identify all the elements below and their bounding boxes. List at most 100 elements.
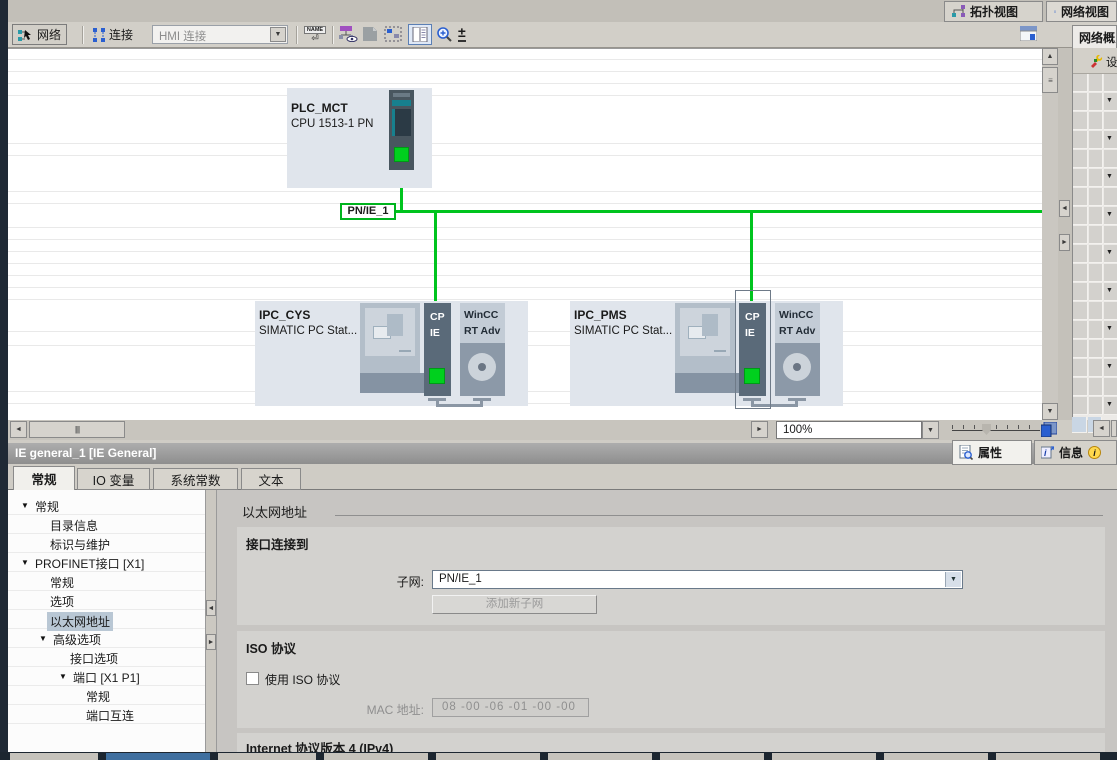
tree-item-general[interactable]: ▼常规 [8, 496, 205, 515]
slider-thumb[interactable] [982, 424, 991, 435]
taskbar-item[interactable] [548, 753, 652, 760]
subnet-trunk-line[interactable] [394, 210, 1042, 213]
tree-item-advanced-options[interactable]: ▼高级选项 [8, 629, 205, 648]
tree-collapse-right-button[interactable]: ► [206, 634, 216, 650]
scroll-up-button[interactable]: ▲ [1042, 48, 1058, 65]
expand-arrow-icon[interactable]: ▼ [1106, 173, 1113, 180]
overview-hscroll-thumb[interactable] [1111, 420, 1117, 437]
ipc-pms-wincc-label[interactable]: WinCC RT Adv [775, 303, 820, 343]
tree-item-identification[interactable]: 标识与维护 [8, 534, 205, 553]
tab-network-view[interactable]: 网络视图 [1046, 1, 1117, 22]
overview-row[interactable] [1073, 188, 1117, 207]
tree-item-profinet-interface[interactable]: ▼PROFINET接口 [X1] [8, 553, 205, 572]
expand-arrow-icon[interactable]: ▼ [1106, 287, 1113, 294]
overview-row[interactable]: ▼ [1073, 93, 1117, 112]
expand-arrow-icon[interactable]: ▼ [1106, 363, 1113, 370]
taskbar-item[interactable] [660, 753, 764, 760]
tree-item-if-general[interactable]: 常规 [8, 572, 205, 591]
tab-network-overview[interactable]: 网络概览 [1072, 25, 1117, 48]
tree-item-catalog-info[interactable]: 目录信息 [8, 515, 205, 534]
zoom-slider[interactable] [952, 424, 1040, 436]
expand-arrow-icon[interactable]: ▼ [21, 501, 29, 510]
taskbar-item[interactable] [324, 753, 428, 760]
overview-row[interactable]: ▼ [1073, 359, 1117, 378]
overview-row[interactable] [1073, 378, 1117, 397]
tree-item-port-interconnection[interactable]: 端口互连 [8, 705, 205, 724]
overview-row[interactable]: ▼ [1073, 321, 1117, 340]
canvas-vscrollbar[interactable]: ▲ ≡ ▼ [1042, 48, 1058, 420]
scroll-left-button[interactable]: ◄ [10, 421, 27, 438]
overview-row[interactable] [1073, 112, 1117, 131]
taskbar-item[interactable] [772, 753, 876, 760]
ipc-cys-port[interactable] [429, 368, 445, 384]
expand-arrow-icon[interactable]: ▼ [1106, 249, 1113, 256]
expand-arrow-icon[interactable]: ▼ [1106, 135, 1113, 142]
tab-topology-view[interactable]: 拓扑视图 [944, 1, 1043, 22]
tree-item-port[interactable]: ▼端口 [X1 P1] [8, 667, 205, 686]
tree-item-interface-options[interactable]: 接口选项 [8, 648, 205, 667]
tab-io-tags[interactable]: IO 变量 [77, 468, 150, 490]
show-overview-pane-button[interactable] [408, 24, 432, 45]
tab-system-constants[interactable]: 系统常数 [153, 468, 238, 490]
overview-row[interactable]: ▼ [1073, 397, 1117, 416]
pane-settings-button[interactable] [1020, 26, 1037, 41]
network-mode-button[interactable]: 网络 [12, 24, 67, 45]
zoom-button[interactable] [436, 26, 453, 43]
overview-splitter[interactable]: ◄ ► [1058, 48, 1072, 420]
tab-info[interactable]: i 信息 i [1034, 440, 1117, 465]
connection-type-combobox[interactable]: HMI 连接 ▼ [152, 25, 288, 44]
mac-address-field[interactable]: 08 -00 -06 -01 -00 -00 [432, 698, 589, 717]
ipc-cys-wincc-label[interactable]: WinCC RT Adv [460, 303, 505, 343]
overview-row[interactable] [1073, 302, 1117, 321]
taskbar-item[interactable] [106, 753, 210, 760]
taskbar-item[interactable] [436, 753, 540, 760]
show-addresses-button[interactable] [338, 26, 358, 42]
add-subnet-button[interactable]: 添加新子网 [432, 595, 597, 614]
subnet-label[interactable]: PN/IE_1 [340, 203, 396, 220]
iso-protocol-checkbox[interactable] [246, 672, 259, 685]
taskbar-item[interactable] [10, 753, 98, 760]
plc-port[interactable] [394, 147, 409, 162]
fit-to-window-button[interactable] [1041, 422, 1057, 437]
page-break-button[interactable] [362, 27, 378, 41]
combo-arrow-icon[interactable]: ▼ [270, 27, 286, 42]
tree-collapse-left-button[interactable]: ◄ [206, 600, 216, 616]
splitter-collapse-right-button[interactable]: ► [1059, 234, 1070, 251]
overview-row[interactable] [1073, 264, 1117, 283]
taskbar-item[interactable] [884, 753, 988, 760]
zoom-level-combobox[interactable]: 100% [776, 421, 922, 439]
tree-content-splitter[interactable]: ◄ ► [205, 490, 217, 752]
expand-arrow-icon[interactable]: ▼ [39, 634, 47, 643]
tree-item-ethernet-addresses[interactable]: 以太网地址 [8, 610, 205, 629]
taskbar-item[interactable] [996, 753, 1100, 760]
overview-row[interactable] [1073, 150, 1117, 169]
expand-arrow-icon[interactable]: ▼ [1106, 401, 1113, 408]
hscroll-thumb[interactable]: |||| [29, 421, 125, 438]
ipc-pms-wincc-module[interactable] [775, 343, 820, 396]
scroll-right-button[interactable]: ► [751, 421, 768, 438]
taskbar-item[interactable] [218, 753, 316, 760]
overview-row[interactable]: ▼ [1073, 207, 1117, 226]
connections-button[interactable]: 连接 [88, 24, 138, 45]
overview-row[interactable]: ▼ [1073, 283, 1117, 302]
expand-arrow-icon[interactable]: ▼ [59, 672, 67, 681]
expand-arrow-icon[interactable]: ▼ [21, 558, 29, 567]
tree-item-options[interactable]: 选项 [8, 591, 205, 610]
ipc-cys-wincc-module[interactable] [460, 343, 505, 396]
zoom-preset-button[interactable]: ± [458, 25, 466, 42]
overview-scroll-left-button[interactable]: ◄ [1093, 420, 1110, 437]
show-names-button[interactable]: NAME ⏎ [302, 25, 328, 45]
expand-arrow-icon[interactable]: ▼ [1106, 211, 1113, 218]
subnet-combo-arrow[interactable]: ▼ [945, 572, 961, 587]
network-canvas[interactable]: PN/IE_1 PLC_MCT CPU 1513-1 PN IPC_CYS SI… [8, 48, 1042, 420]
overview-row[interactable] [1073, 340, 1117, 359]
tree-item-port-general[interactable]: 常规 [8, 686, 205, 705]
scroll-down-button[interactable]: ▼ [1042, 403, 1058, 420]
splitter-collapse-left-button[interactable]: ◄ [1059, 200, 1070, 217]
overview-row[interactable] [1073, 226, 1117, 245]
tab-general[interactable]: 常规 [13, 466, 75, 490]
expand-arrow-icon[interactable]: ▼ [1106, 325, 1113, 332]
plc-cpu-module[interactable] [389, 90, 414, 170]
overview-row[interactable]: ▼ [1073, 131, 1117, 150]
zoom-combo-arrow[interactable]: ▼ [922, 421, 939, 439]
